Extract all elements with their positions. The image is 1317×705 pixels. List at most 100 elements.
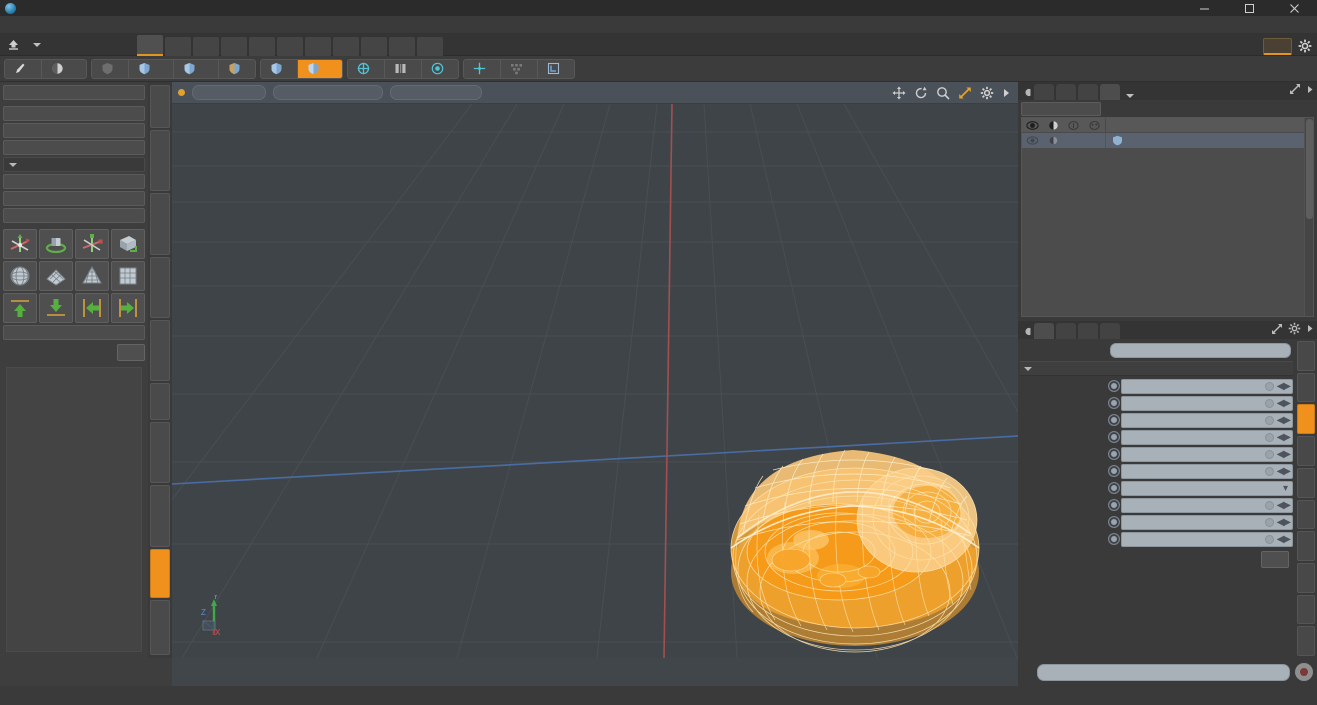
menu-system[interactable] (266, 16, 286, 34)
gear-icon[interactable] (980, 86, 994, 100)
layout-tab-model[interactable] (137, 34, 163, 56)
align-down-icon[interactable] (39, 293, 73, 323)
fit-icon[interactable] (958, 86, 972, 100)
order-radio[interactable] (1108, 482, 1120, 494)
menu-layout[interactable] (246, 16, 266, 34)
pan-icon[interactable] (892, 86, 906, 100)
position-y-input[interactable]: ◀▶ (1121, 395, 1293, 411)
scale-uv-icon[interactable] (75, 229, 109, 259)
order-dropdown[interactable]: ▾ (1121, 480, 1293, 496)
minimize-button[interactable] (1182, 0, 1227, 16)
group-list[interactable] (1021, 117, 1314, 317)
rotate-uv-icon[interactable] (39, 229, 73, 259)
panel-tab-shading[interactable] (1078, 84, 1098, 100)
record-icon[interactable] (1295, 663, 1313, 681)
layout-tab-paint[interactable] (221, 36, 247, 56)
layout-tab-uvedit[interactable] (193, 36, 219, 56)
right-vtab-6[interactable] (1297, 531, 1315, 561)
home-up-icon[interactable] (0, 34, 26, 56)
snapping-button[interactable] (464, 59, 501, 78)
materials-mode-button[interactable] (261, 59, 298, 78)
right-vtab-0[interactable] (1297, 341, 1315, 371)
flip-uv-icon[interactable] (111, 229, 145, 259)
right-vtab-user[interactable] (1297, 594, 1315, 625)
scale-z-key-dot[interactable] (1265, 534, 1274, 544)
chevron-right-icon[interactable] (1306, 84, 1314, 95)
left-vtab-5[interactable] (150, 382, 170, 421)
layout-tab-animate[interactable] (333, 36, 359, 56)
menu-render[interactable] (206, 16, 226, 34)
chevron-right-icon[interactable] (1306, 323, 1314, 334)
layout-tab-game-tools[interactable] (305, 36, 331, 56)
left-vtab-mesh[interactable] (150, 256, 170, 318)
project-from-view-button[interactable] (3, 123, 145, 138)
viewport-projection-dropdown[interactable] (192, 85, 266, 100)
vertices-mode-button[interactable] (129, 59, 174, 78)
position-x-input[interactable]: ◀▶ (1121, 378, 1293, 394)
scale-x-radio[interactable] (1108, 499, 1120, 511)
right-vtab-1[interactable] (1297, 372, 1315, 403)
layout-tab-render[interactable] (361, 36, 387, 56)
rotation-x-key-dot[interactable] (1265, 432, 1274, 442)
right-vtab-active[interactable] (1297, 404, 1315, 435)
position-x-spinner[interactable]: ◀▶ (1277, 381, 1291, 392)
left-vtab-polygon[interactable] (150, 422, 170, 484)
menu-dynamics[interactable] (186, 16, 206, 34)
uv-cone-icon[interactable] (75, 261, 109, 291)
position-y-radio[interactable] (1108, 397, 1120, 409)
position-z-input[interactable]: ◀▶ (1121, 412, 1293, 428)
render-icon[interactable] (1043, 118, 1064, 133)
action-center-button[interactable] (348, 59, 385, 78)
uv-plane-icon[interactable] (39, 261, 73, 291)
workplane-button[interactable] (538, 60, 574, 78)
rotate-icon[interactable] (914, 86, 928, 100)
scale-y-key-dot[interactable] (1265, 517, 1274, 527)
left-vtab-vertex[interactable] (150, 319, 170, 381)
add-layout-tab-button[interactable] (451, 37, 473, 56)
falloff-button[interactable] (422, 60, 458, 78)
menu-help[interactable] (286, 16, 306, 34)
uv-projection-tool-button[interactable] (3, 106, 145, 121)
viewport-style-dropdown[interactable] (273, 85, 383, 100)
default-layouts-dropdown[interactable] (26, 42, 49, 47)
sculpt-button[interactable] (5, 59, 42, 78)
right-vtab-3[interactable] (1297, 436, 1315, 466)
properties-menu-icon[interactable] (1022, 327, 1034, 339)
gear-icon[interactable] (1288, 322, 1301, 335)
presets-button[interactable] (42, 60, 86, 78)
group-list-scrollbar[interactable] (1304, 118, 1313, 316)
align-left-icon[interactable] (75, 293, 109, 323)
udim-indicator-button[interactable] (3, 85, 145, 100)
gear-icon[interactable] (1295, 36, 1315, 56)
scale-z-input[interactable]: ◀▶ (1121, 531, 1293, 547)
chevron-right-icon[interactable] (1002, 87, 1010, 99)
left-vtab-curve[interactable] (150, 485, 170, 547)
ghost-icon[interactable] (1084, 118, 1105, 133)
scale-y-radio[interactable] (1108, 516, 1120, 528)
scale-z-radio[interactable] (1108, 533, 1120, 545)
position-y-spinner[interactable]: ◀▶ (1277, 398, 1291, 409)
scale-x-key-dot[interactable] (1265, 500, 1274, 510)
3d-viewport[interactable]: Y X Z (172, 82, 1018, 658)
panel-tab-groups[interactable] (1100, 84, 1120, 100)
maximize-button[interactable] (1227, 0, 1272, 16)
spread-section-header[interactable] (3, 157, 145, 172)
rotation-z-input[interactable]: ◀▶ (1121, 463, 1293, 479)
uv-sphere-icon[interactable] (3, 261, 37, 291)
uv-box-icon[interactable] (111, 261, 145, 291)
scale-x-input[interactable]: ◀▶ (1121, 497, 1293, 513)
viewport-canvas[interactable] (172, 104, 1018, 658)
left-vtab-uv[interactable] (150, 548, 170, 598)
row-render-icon[interactable] (1043, 133, 1064, 148)
left-vtab-duplicate[interactable] (150, 193, 170, 255)
tab-channels[interactable] (1056, 323, 1076, 339)
menu-item[interactable] (86, 16, 106, 34)
left-vtab-tile[interactable] (150, 599, 170, 655)
rotation-x-input[interactable]: ◀▶ (1121, 429, 1293, 445)
left-vtab-deform[interactable] (150, 130, 170, 192)
layout-tab-schematic-fusion[interactable] (417, 36, 443, 56)
expand-icon[interactable] (1271, 323, 1283, 335)
lock-icon[interactable] (1064, 118, 1085, 133)
menu-texture[interactable] (126, 16, 146, 34)
properties-more-button[interactable] (1261, 551, 1289, 568)
